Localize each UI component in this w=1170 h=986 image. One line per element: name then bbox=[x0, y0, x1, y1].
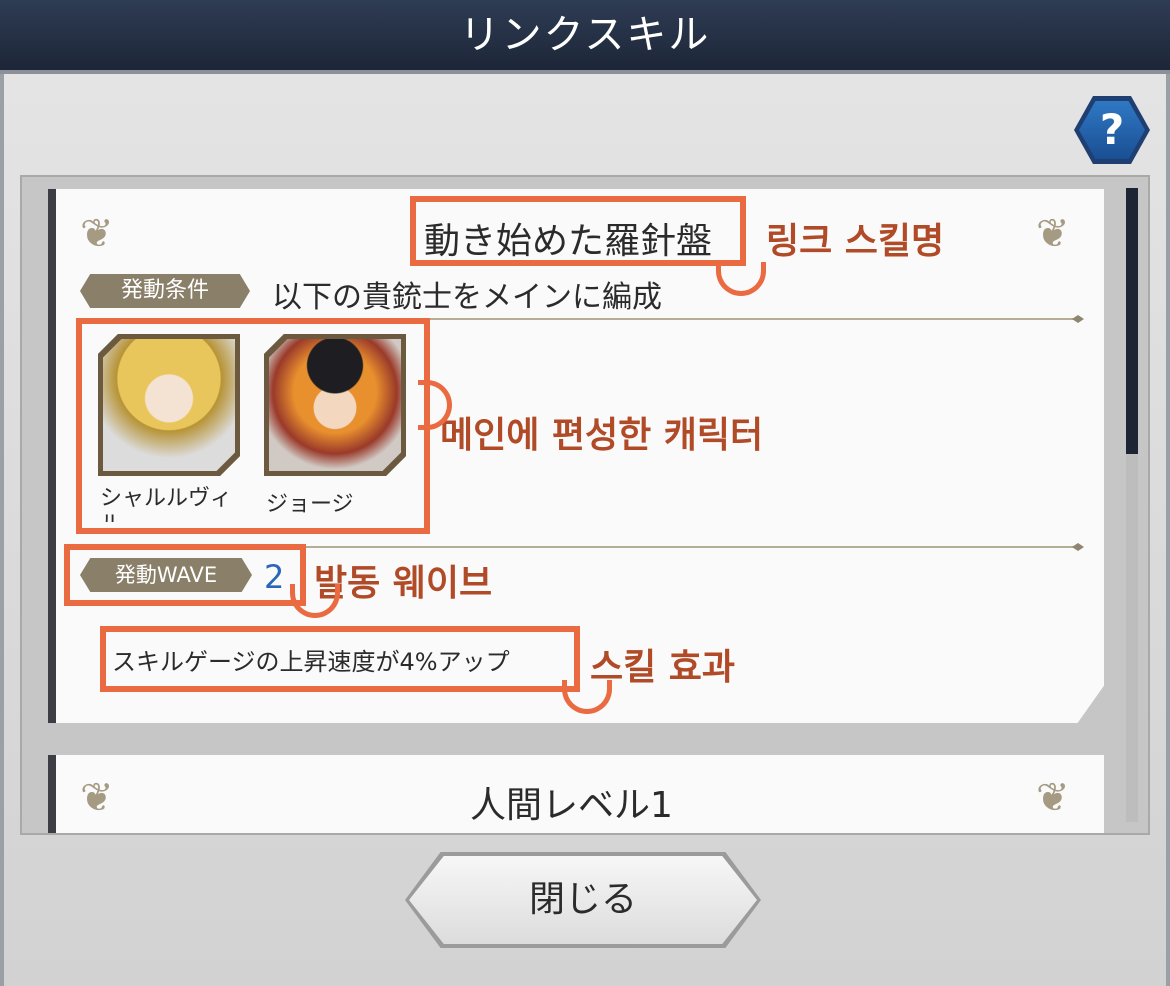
condition-badge: 発動条件 bbox=[80, 274, 250, 308]
ornament-left-icon: ❦ bbox=[80, 211, 114, 257]
annotation-wave: 발동 웨이브 bbox=[314, 563, 493, 604]
annotation-main-characters: 메인에 편성한 캐릭터 bbox=[440, 415, 764, 456]
scrollbar-thumb[interactable] bbox=[1126, 188, 1138, 454]
highlight-main-characters bbox=[76, 318, 430, 534]
human-level-title: 人間レベル1 bbox=[470, 785, 673, 826]
highlight-skill-effect bbox=[100, 626, 580, 692]
annotation-skill-name: 링크 스킬명 bbox=[766, 221, 945, 262]
ornament-right-icon: ❦ bbox=[1036, 211, 1070, 257]
close-button[interactable]: 閉じる bbox=[405, 852, 761, 948]
window-title: リンクスキル bbox=[0, 0, 1170, 74]
condition-text: 以下の貴銃士をメインに編成 bbox=[272, 280, 662, 315]
highlight-wave bbox=[64, 544, 306, 606]
highlight-skill-name bbox=[410, 196, 746, 266]
question-icon: ? bbox=[1079, 101, 1145, 159]
ornament-left-icon: ❦ bbox=[80, 775, 114, 821]
close-button-label: 閉じる bbox=[409, 856, 757, 944]
ornament-right-icon: ❦ bbox=[1036, 775, 1070, 821]
